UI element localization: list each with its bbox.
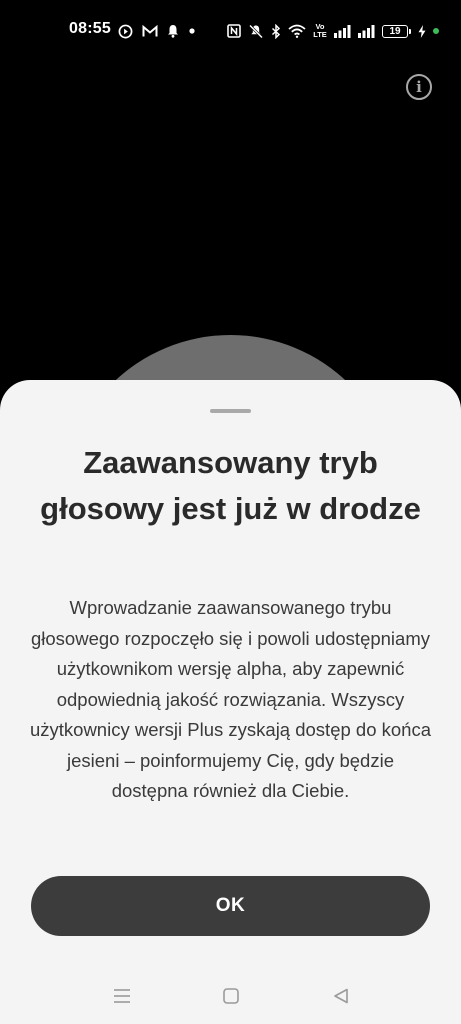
battery-icon: 19 (382, 24, 411, 38)
ok-button[interactable]: OK (31, 876, 430, 936)
dot-icon (188, 27, 196, 35)
signal-icon-2 (358, 24, 375, 38)
nfc-icon (227, 24, 241, 38)
mute-icon (248, 24, 264, 39)
bottom-sheet: Zaawansowany tryb głosowy jest już w dro… (0, 380, 461, 1024)
status-time: 08:55 (69, 20, 111, 37)
status-left-icons (118, 20, 196, 42)
charging-icon (418, 24, 426, 38)
drag-handle[interactable] (210, 409, 251, 413)
menu-icon[interactable] (111, 985, 133, 1007)
back-icon[interactable] (330, 985, 352, 1007)
sheet-title: Zaawansowany tryb głosowy jest już w dro… (40, 445, 421, 526)
bluetooth-icon (271, 23, 281, 39)
volte-icon: Vo LTE (313, 22, 327, 39)
play-circle-icon (118, 24, 133, 39)
home-icon[interactable] (220, 985, 242, 1007)
status-right-icons: Vo LTE 19 (227, 19, 439, 43)
wifi-icon (288, 24, 306, 38)
info-icon[interactable]: i (406, 74, 432, 100)
navigation-bar (0, 955, 461, 1024)
bell-icon (167, 24, 179, 38)
mail-icon (142, 24, 158, 38)
sheet-body: Wprowadzanie zaawansowanego trybu głosow… (29, 597, 431, 801)
signal-icon-1 (334, 24, 351, 38)
green-dot-icon (433, 28, 439, 34)
status-bar: 08:55 Vo LTE 19 (0, 0, 461, 62)
